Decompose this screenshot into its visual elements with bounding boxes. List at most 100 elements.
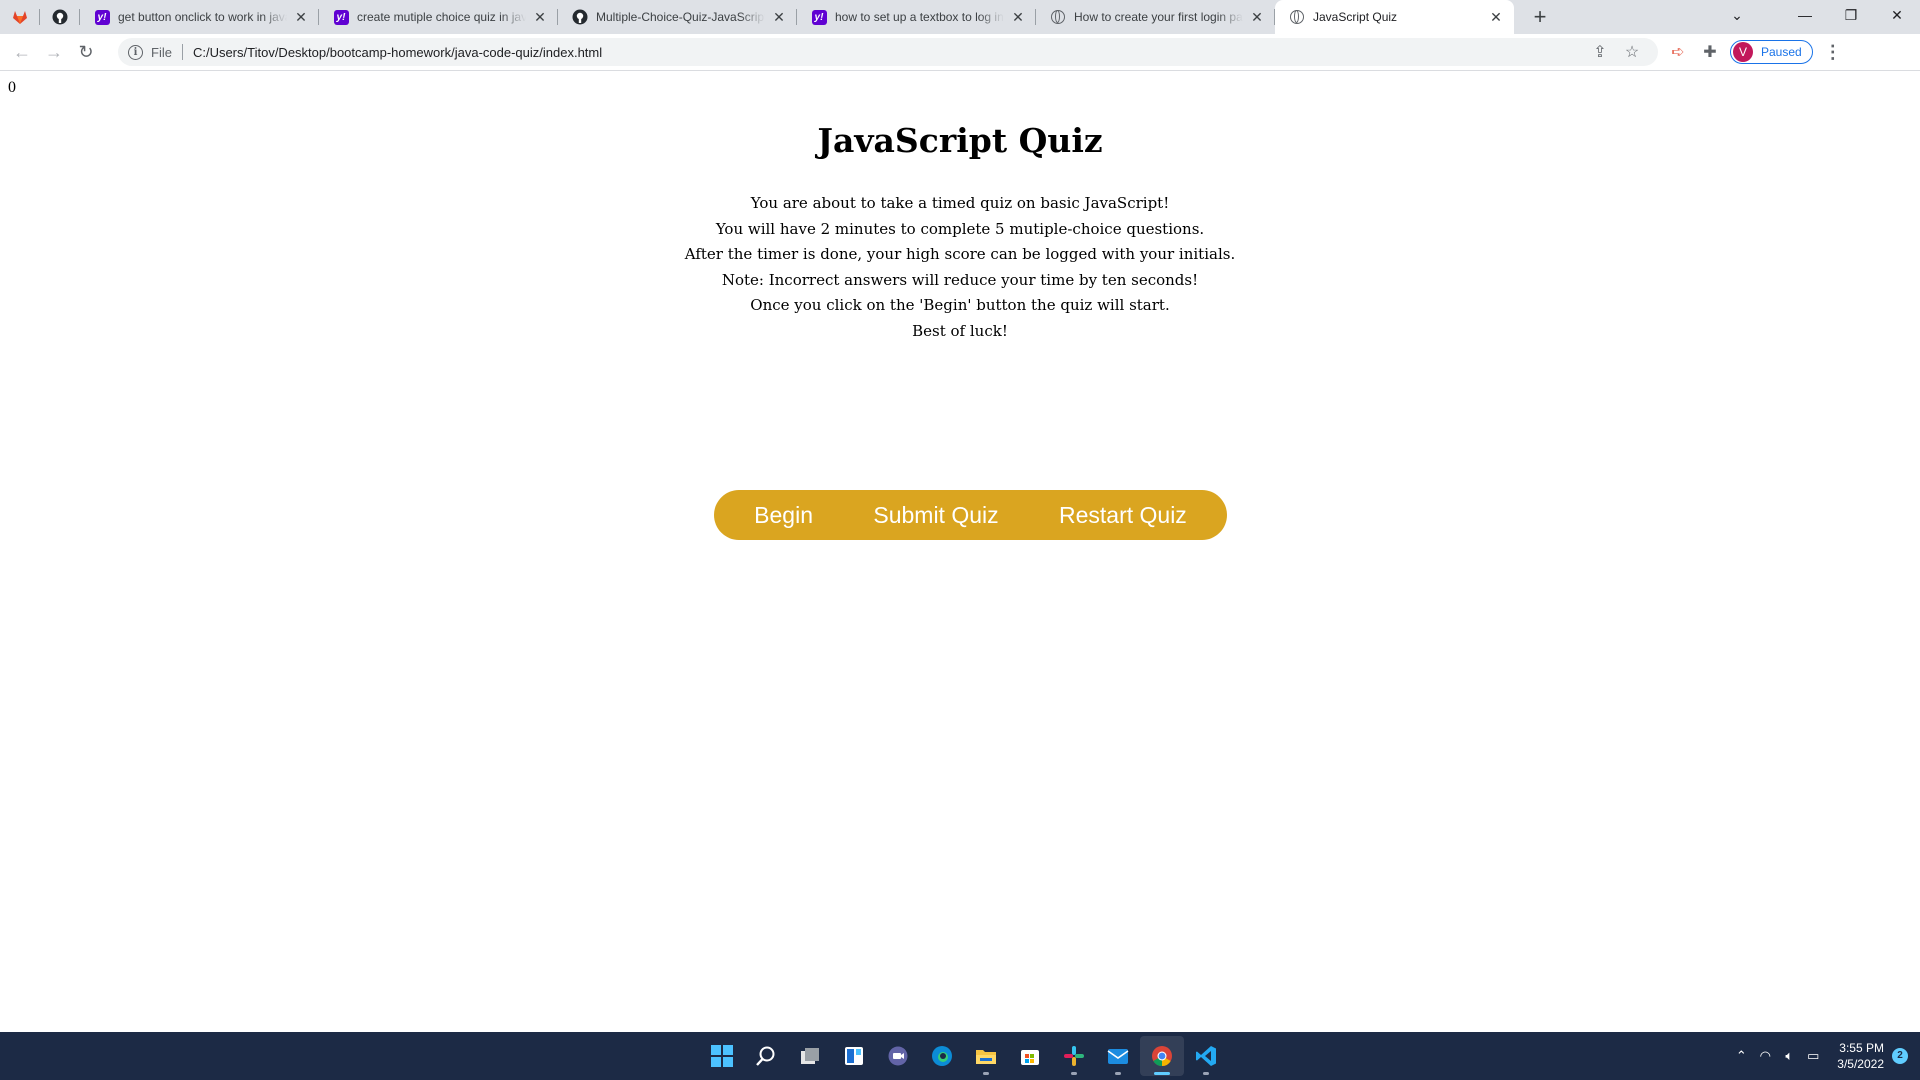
timer-display: 0 xyxy=(8,79,16,96)
instruction-line: Best of luck! xyxy=(912,321,1008,340)
extensions-puzzle-icon[interactable]: ✚ xyxy=(1694,36,1726,68)
globe-icon xyxy=(1290,10,1304,24)
tab-title: how to set up a textbox to log in xyxy=(835,10,1004,24)
divider xyxy=(181,44,183,60)
taskbar-file-explorer[interactable] xyxy=(964,1036,1008,1076)
microsoft-store-icon xyxy=(1021,1050,1039,1065)
close-icon[interactable]: ✕ xyxy=(1249,9,1265,25)
profile-status: Paused xyxy=(1761,45,1802,59)
pinned-tab-gitlab[interactable] xyxy=(0,0,40,34)
close-icon[interactable]: ✕ xyxy=(293,9,309,25)
clock[interactable]: 3:55 PM 3/5/2022 xyxy=(1837,1040,1884,1072)
taskbar-start[interactable] xyxy=(700,1036,744,1076)
tab-create-quiz[interactable]: y! create mutiple choice quiz in javascr… xyxy=(319,0,558,34)
taskbar-apps xyxy=(700,1032,1228,1080)
instruction-line: You are about to take a timed quiz on ba… xyxy=(750,194,1170,212)
instruction-line: You will have 2 minutes to complete 5 mu… xyxy=(715,219,1205,238)
battery-icon[interactable]: ▭ xyxy=(1801,1048,1825,1064)
page-title: JavaScript Quiz xyxy=(817,121,1103,160)
yahoo-icon: y! xyxy=(94,9,110,25)
windows-taskbar: ⌃ ◠ 🔈︎ ▭ 3:55 PM 3/5/2022 2 xyxy=(0,1032,1920,1080)
taskbar-chrome[interactable] xyxy=(1140,1036,1184,1076)
back-arrow-icon[interactable]: ← xyxy=(6,36,38,68)
restart-quiz-button[interactable]: Restart Quiz xyxy=(1047,502,1199,529)
address-bar[interactable]: i File C:/Users/Titov/Desktop/bootcamp-h… xyxy=(118,38,1658,66)
scheme-label: File xyxy=(151,44,172,60)
github-icon xyxy=(52,9,68,25)
url-text[interactable]: C:/Users/Titov/Desktop/bootcamp-homework… xyxy=(193,45,602,60)
avatar: V xyxy=(1733,42,1753,62)
search-icon xyxy=(756,1046,775,1066)
info-icon[interactable]: i xyxy=(128,44,143,60)
taskbar-edge[interactable] xyxy=(920,1036,964,1076)
browser-toolbar: ← → ↻ i File C:/Users/Titov/Desktop/boot… xyxy=(0,34,1920,71)
github-icon xyxy=(572,9,588,25)
close-icon[interactable]: ✕ xyxy=(1010,9,1026,25)
tab-textbox-login[interactable]: y! how to set up a textbox to log in ✕ xyxy=(797,0,1036,34)
taskbar-widgets[interactable] xyxy=(832,1036,876,1076)
new-tab-button[interactable]: + xyxy=(1522,0,1558,34)
tab-title: create mutiple choice quiz in javascript xyxy=(357,10,526,24)
tab-search-icon[interactable]: ⌄ xyxy=(1714,0,1760,30)
running-indicator xyxy=(1115,1072,1121,1075)
tab-title: get button onclick to work in javascript xyxy=(118,10,287,24)
tab-title: How to create your first login page xyxy=(1074,10,1243,24)
running-indicator xyxy=(983,1072,989,1075)
profile-button[interactable]: V Paused xyxy=(1730,40,1813,64)
yahoo-icon: y! xyxy=(811,9,827,25)
taskbar-search[interactable] xyxy=(744,1036,788,1076)
quiz-instructions: You are about to take a timed quiz on ba… xyxy=(0,191,1920,345)
clock-time: 3:55 PM xyxy=(1839,1041,1884,1055)
yahoo-icon: y! xyxy=(333,9,349,25)
tab-javascript-quiz[interactable]: JavaScript Quiz ✕ xyxy=(1275,0,1514,34)
mail-icon xyxy=(1107,1049,1129,1064)
running-indicator xyxy=(1203,1072,1209,1075)
quiz-button-bar: Begin Submit Quiz Restart Quiz xyxy=(714,490,1227,540)
teams-chat-icon xyxy=(888,1046,908,1066)
tab-get-button-onclick[interactable]: y! get button onclick to work in javascr… xyxy=(80,0,319,34)
window-controls: ⌄ — ❐ ✕ xyxy=(1714,0,1920,34)
extension-icon[interactable]: ➪ xyxy=(1662,36,1694,68)
bookmark-star-icon[interactable]: ☆ xyxy=(1616,36,1648,68)
slack-icon xyxy=(1064,1046,1084,1066)
widgets-icon xyxy=(845,1047,863,1065)
taskbar-task-view[interactable] xyxy=(788,1036,832,1076)
tab-title: JavaScript Quiz xyxy=(1313,10,1398,24)
close-icon[interactable]: ✕ xyxy=(1488,9,1504,25)
volume-icon[interactable]: 🔈︎ xyxy=(1777,1048,1801,1064)
chevron-up-icon[interactable]: ⌃ xyxy=(1729,1048,1753,1064)
tab-multiple-choice-quiz[interactable]: Multiple-Choice-Quiz-JavaScript ✕ xyxy=(558,0,797,34)
share-icon[interactable]: ⇪ xyxy=(1584,36,1616,68)
reload-icon[interactable]: ↻ xyxy=(70,36,102,68)
taskbar-mail[interactable] xyxy=(1096,1036,1140,1076)
close-icon[interactable]: ✕ xyxy=(771,9,787,25)
clock-date: 3/5/2022 xyxy=(1837,1057,1884,1071)
close-window-button[interactable]: ✕ xyxy=(1874,0,1920,30)
file-explorer-icon xyxy=(976,1050,996,1064)
pinned-tab-github[interactable] xyxy=(40,0,80,34)
notification-badge[interactable]: 2 xyxy=(1892,1048,1908,1064)
submit-quiz-button[interactable]: Submit Quiz xyxy=(861,502,1010,529)
tab-first-login-page[interactable]: How to create your first login page ✕ xyxy=(1036,0,1275,34)
windows-start-icon xyxy=(711,1045,733,1067)
forward-arrow-icon[interactable]: → xyxy=(38,36,70,68)
vscode-icon xyxy=(1196,1046,1216,1066)
tab-title: Multiple-Choice-Quiz-JavaScript xyxy=(596,10,765,24)
taskbar-vscode[interactable] xyxy=(1184,1036,1228,1076)
wifi-icon[interactable]: ◠ xyxy=(1753,1048,1777,1064)
restore-button[interactable]: ❐ xyxy=(1828,0,1874,30)
begin-button[interactable]: Begin xyxy=(742,502,825,529)
browser-tab-strip: y! get button onclick to work in javascr… xyxy=(0,0,1920,34)
taskbar-store[interactable] xyxy=(1008,1036,1052,1076)
running-indicator xyxy=(1071,1072,1077,1075)
taskbar-chat[interactable] xyxy=(876,1036,920,1076)
menu-dots-icon[interactable]: ⋮ xyxy=(1817,36,1849,68)
gitlab-icon xyxy=(13,11,27,24)
taskbar-slack[interactable] xyxy=(1052,1036,1096,1076)
system-tray: ⌃ ◠ 🔈︎ ▭ 3:55 PM 3/5/2022 2 xyxy=(1729,1032,1908,1080)
minimize-button[interactable]: — xyxy=(1782,0,1828,30)
task-view-icon xyxy=(801,1048,819,1064)
chrome-icon xyxy=(1152,1046,1172,1067)
edge-icon xyxy=(932,1046,952,1066)
close-icon[interactable]: ✕ xyxy=(532,9,548,25)
